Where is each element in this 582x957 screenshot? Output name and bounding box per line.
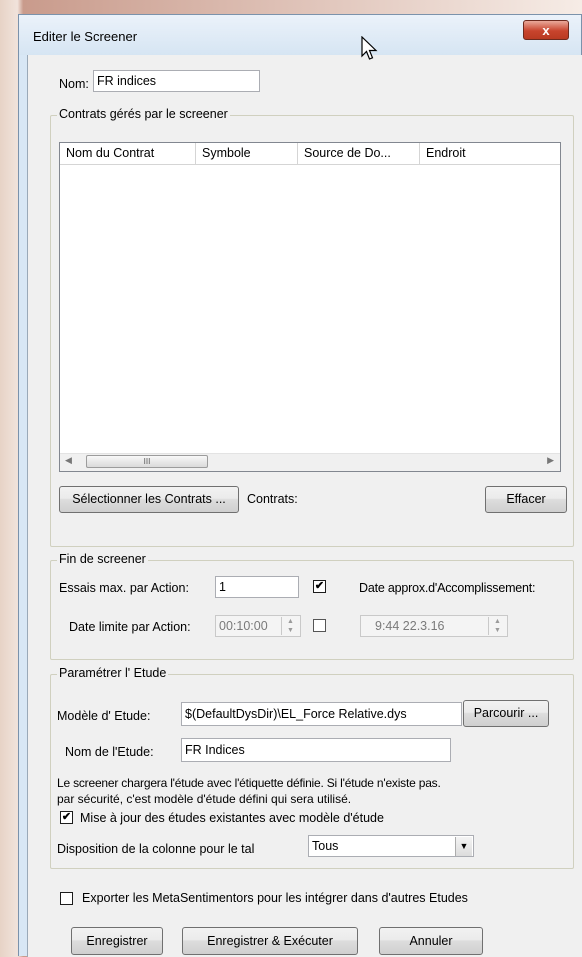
name-input[interactable]: FR indices bbox=[93, 70, 260, 92]
name-label: Nom: bbox=[59, 77, 89, 91]
end-screener-group: Fin de screener Essais max. par Action: … bbox=[50, 552, 574, 660]
model-path-input[interactable]: $(DefaultDysDir)\EL_Force Relative.dys bbox=[181, 702, 462, 726]
study-name-label: Nom de l'Etude: bbox=[65, 745, 154, 759]
max-tries-checkbox[interactable]: ✔ bbox=[313, 580, 326, 593]
save-run-button[interactable]: Enregistrer & Exécuter bbox=[182, 927, 358, 955]
scroll-left-icon[interactable]: ◀ bbox=[65, 455, 72, 466]
spin-down-icon[interactable]: ▼ bbox=[489, 626, 506, 635]
check-mark-icon: ✔ bbox=[61, 811, 72, 823]
spin-down-icon[interactable]: ▼ bbox=[282, 626, 299, 635]
mouse-cursor-icon bbox=[361, 36, 378, 60]
info-text-line1: Le screener chargera l'étude avec l'étiq… bbox=[57, 776, 441, 790]
deadline-spinner[interactable]: ▲ ▼ bbox=[281, 617, 299, 635]
completion-date-spinner[interactable]: ▲ ▼ bbox=[488, 617, 506, 635]
column-layout-label: Disposition de la colonne pour le tal bbox=[57, 842, 255, 856]
dialog-body: Nom: FR indices Contrats gérés par le sc… bbox=[27, 55, 582, 957]
study-group-legend: Paramétrer l' Etude bbox=[57, 666, 169, 680]
deadline-label: Date limite par Action: bbox=[69, 620, 191, 634]
deadline-checkbox[interactable] bbox=[313, 619, 326, 632]
end-screener-legend: Fin de screener bbox=[57, 552, 148, 566]
check-mark-icon: ✔ bbox=[314, 580, 325, 592]
completion-date-input[interactable]: 9:44 22.3.16 bbox=[360, 615, 508, 637]
column-header-symbol[interactable]: Symbole bbox=[196, 143, 298, 165]
study-group: Paramétrer l' Etude Modèle d' Etude: $(D… bbox=[50, 666, 574, 869]
max-tries-label: Essais max. par Action: bbox=[59, 581, 189, 595]
contracts-group: Contrats gérés par le screener Nom du Co… bbox=[50, 107, 574, 547]
update-studies-checkbox[interactable]: ✔ bbox=[60, 811, 73, 824]
contracts-group-legend: Contrats gérés par le screener bbox=[57, 107, 230, 121]
close-button[interactable]: x bbox=[523, 20, 569, 40]
chevron-down-icon[interactable]: ▼ bbox=[455, 837, 472, 856]
column-layout-value: Tous bbox=[312, 839, 339, 853]
max-tries-input[interactable]: 1 bbox=[215, 576, 299, 598]
contracts-list[interactable]: Nom du Contrat Symbole Source de Do... E… bbox=[59, 142, 561, 472]
contracts-count-label: Contrats: bbox=[247, 492, 298, 506]
spin-up-icon[interactable]: ▲ bbox=[282, 617, 299, 626]
title-bar[interactable]: Editer le Screener x bbox=[19, 15, 581, 55]
export-checkbox[interactable] bbox=[60, 892, 73, 905]
column-header-location[interactable]: Endroit bbox=[420, 143, 560, 165]
column-header-contract-name[interactable]: Nom du Contrat bbox=[60, 143, 196, 165]
spin-up-icon[interactable]: ▲ bbox=[489, 617, 506, 626]
save-button[interactable]: Enregistrer bbox=[71, 927, 163, 955]
clear-button[interactable]: Effacer bbox=[485, 486, 567, 513]
screener-dialog: Editer le Screener x Nom: FR indices Con… bbox=[18, 14, 582, 957]
horizontal-scrollbar[interactable]: ◀ III ▶ bbox=[60, 453, 560, 471]
window-title: Editer le Screener bbox=[33, 29, 138, 44]
column-layout-select[interactable]: Tous ▼ bbox=[308, 835, 474, 857]
export-label: Exporter les MetaSentimentors pour les i… bbox=[82, 891, 468, 905]
model-label: Modèle d' Etude: bbox=[57, 709, 151, 723]
completion-date-label: Date approx.d'Accomplissement: bbox=[359, 581, 536, 595]
scroll-right-icon[interactable]: ▶ bbox=[547, 455, 554, 466]
cancel-button[interactable]: Annuler bbox=[379, 927, 483, 955]
study-name-input[interactable]: FR Indices bbox=[181, 738, 451, 762]
scroll-thumb[interactable]: III bbox=[86, 455, 208, 468]
column-header-data-source[interactable]: Source de Do... bbox=[298, 143, 420, 165]
browse-button[interactable]: Parcourir ... bbox=[463, 700, 549, 727]
update-studies-label: Mise à jour des études existantes avec m… bbox=[80, 811, 384, 825]
select-contracts-button[interactable]: Sélectionner les Contrats ... bbox=[59, 486, 239, 513]
info-text-line2: par sécurité, c'est modèle d'étude défin… bbox=[57, 792, 352, 806]
